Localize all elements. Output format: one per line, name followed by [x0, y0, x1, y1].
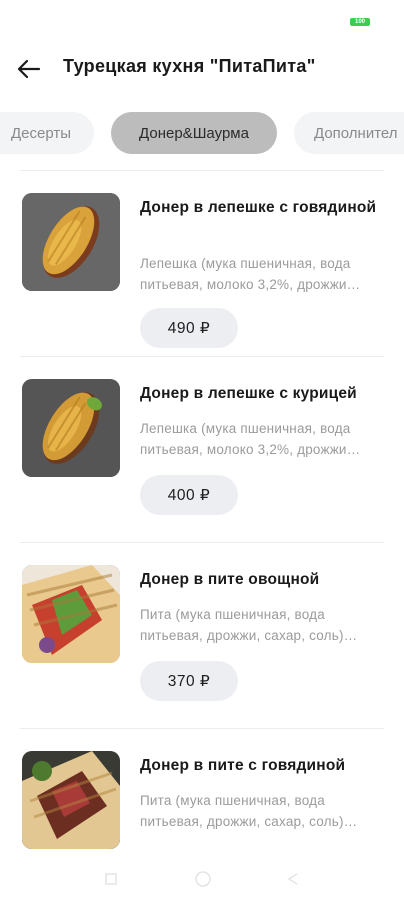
dish-description: Пита (мука пшеничная, вода питьевая, дро… [140, 607, 358, 643]
price-button[interactable]: 490 ₽ [140, 308, 238, 348]
app-header: Турецкая кухня "ПитаПита" [0, 44, 404, 92]
back-button[interactable] [10, 50, 48, 88]
menu-item[interactable]: Донер в пите овощной Пита (мука пшенична… [20, 543, 384, 729]
price-button[interactable]: 400 ₽ [140, 475, 238, 515]
menu-item[interactable]: Донер в лепешке с курицей Лепешка (мука … [20, 357, 384, 543]
tab-extras[interactable]: Дополнител [294, 112, 404, 154]
recent-apps-button[interactable] [98, 866, 124, 892]
dish-photo [22, 565, 120, 663]
dish-title: Донер в лепешке с курицей [140, 385, 357, 402]
dish-title: Донер в пите овощной [140, 571, 320, 588]
back-nav-button[interactable] [280, 866, 306, 892]
dish-title: Донер в лепешке с говядиной [140, 199, 377, 216]
battery-icon: 100 [350, 18, 370, 26]
recent-apps-icon [105, 873, 117, 885]
back-triangle-icon [287, 873, 298, 885]
dish-photo [22, 193, 120, 291]
menu-list: Донер в лепешке с говядиной Лепешка (мук… [0, 171, 404, 851]
category-tabs: Десерты Донер&Шаурма Дополнител [0, 112, 404, 158]
dish-photo [22, 379, 120, 477]
dish-description: Лепешка (мука пшеничная, вода питьевая, … [140, 256, 361, 292]
tab-doner-shawarma[interactable]: Донер&Шаурма [111, 112, 277, 154]
price-button[interactable]: 370 ₽ [140, 661, 238, 701]
arrow-left-icon [17, 59, 41, 79]
status-bar: 100 [0, 0, 404, 44]
menu-item[interactable]: Донер в лепешке с говядиной Лепешка (мук… [20, 171, 384, 357]
system-nav-bar [0, 858, 404, 900]
menu-item[interactable]: Донер в пите с говядиной Пита (мука пшен… [20, 729, 384, 851]
tab-desserts[interactable]: Десерты [0, 112, 94, 154]
dish-description: Пита (мука пшеничная, вода питьевая, дро… [140, 793, 358, 829]
dish-photo [22, 751, 120, 849]
home-button[interactable] [190, 866, 216, 892]
dish-description: Лепешка (мука пшеничная, вода питьевая, … [140, 421, 361, 457]
page-title: Турецкая кухня "ПитаПита" [63, 56, 316, 76]
dish-title: Донер в пите с говядиной [140, 757, 346, 774]
home-icon [195, 871, 211, 887]
